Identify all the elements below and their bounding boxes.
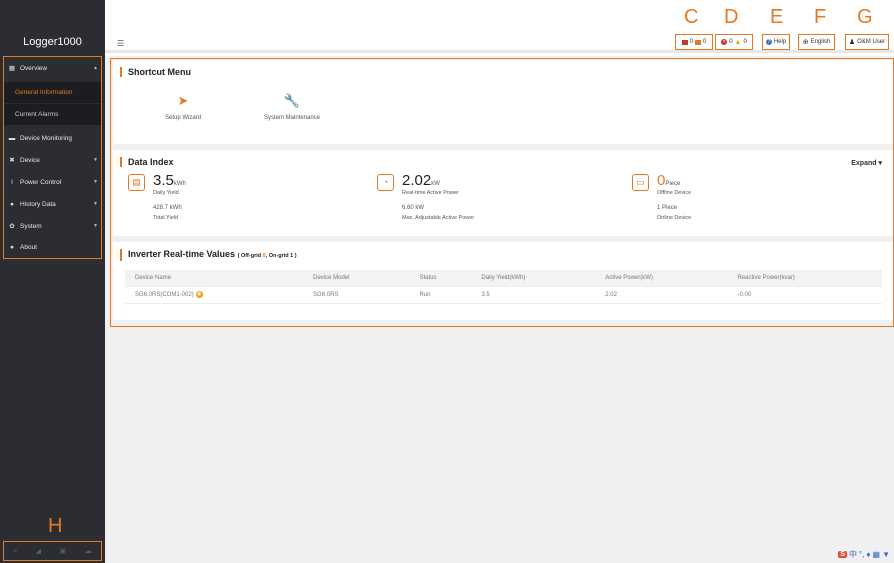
- sidebar-item-label: Power Control: [20, 178, 62, 186]
- shirt-icon: ▼: [882, 550, 890, 559]
- sidebar-item-label: History Data: [20, 200, 56, 208]
- help-label: Help: [773, 39, 787, 45]
- sidebar-item-device-monitoring[interactable]: ▬ Device Monitoring: [8, 131, 100, 145]
- callout-c: C: [684, 6, 699, 28]
- grid-icon: ▦: [8, 65, 16, 72]
- sidebar-item-history-data[interactable]: ● History Data ▼: [8, 197, 100, 211]
- help-button[interactable]: ? Help: [762, 34, 790, 50]
- tray-icon: 中: [849, 550, 857, 559]
- sidebar: Logger1000 ▦ Overview ▲ General Informat…: [0, 0, 105, 563]
- wifi-icon: ≈: [13, 547, 18, 555]
- system-tray: S 中 °, ♦ ▦ ▼: [838, 549, 890, 560]
- language-button[interactable]: ⊕ English: [798, 34, 835, 50]
- app-logo: Logger1000: [23, 36, 82, 48]
- warning-count: 0: [743, 39, 747, 45]
- alarm-red-icon: [681, 39, 688, 45]
- sidebar-item-about[interactable]: ● About: [8, 240, 100, 254]
- user-icon: ♟: [848, 39, 856, 46]
- warning-icon: ▲: [734, 38, 742, 46]
- fault-warning-counters[interactable]: × 0 ▲ 0: [715, 34, 753, 50]
- sidebar-item-current-alarms[interactable]: Current Alarms: [4, 104, 101, 125]
- callout-h: H: [48, 515, 63, 537]
- callout-e: E: [770, 6, 784, 28]
- main-content-highlight-box: [110, 58, 894, 327]
- globe-icon: ⊕: [802, 39, 809, 46]
- sidebar-item-label: Device: [20, 156, 40, 164]
- chevron-down-icon: ▼: [93, 223, 98, 229]
- user-label: O&M User: [857, 39, 886, 45]
- sidebar-item-device[interactable]: ✖ Device ▼: [8, 153, 100, 167]
- callout-g: G: [857, 6, 873, 28]
- user-button[interactable]: ♟ O&M User: [845, 34, 889, 50]
- settings-icon: ✿: [9, 223, 15, 230]
- info-icon: ●: [10, 243, 14, 251]
- language-label: English: [810, 39, 831, 45]
- alarm-orange-icon: [695, 39, 701, 45]
- fault-count: 0: [729, 39, 733, 45]
- sidebar-item-general-information[interactable]: General Information: [4, 82, 101, 103]
- signal-icon: ◢: [35, 548, 42, 555]
- sidebar-item-overview[interactable]: ▦ Overview ▲: [8, 61, 100, 75]
- microphone-icon: ♦: [866, 550, 871, 559]
- chevron-down-icon: ▼: [93, 201, 98, 207]
- fault-icon: ×: [721, 39, 728, 45]
- callout-d: D: [724, 6, 739, 28]
- tools-icon: ✖: [9, 157, 15, 164]
- help-icon: ?: [765, 39, 772, 45]
- connection-status-bar: ≈ ◢ ▣ ☁: [3, 541, 102, 561]
- menu-toggle-icon[interactable]: ☰: [117, 39, 124, 48]
- alarm-count: 0: [703, 39, 707, 45]
- sidebar-item-power-control[interactable]: I Power Control ▼: [8, 175, 100, 189]
- keyboard-icon: ▦: [872, 550, 881, 559]
- sidebar-item-label: About: [20, 243, 37, 251]
- sidebar-item-system[interactable]: ✿ System ▼: [8, 219, 100, 233]
- alarm-count: 0: [689, 39, 693, 45]
- sidebar-item-label: Device Monitoring: [20, 134, 73, 142]
- history-icon: ●: [10, 200, 14, 208]
- ethernet-icon: ▣: [59, 548, 67, 555]
- chevron-down-icon: ▼: [93, 157, 98, 163]
- power-icon: I: [11, 178, 13, 186]
- tray-icon: °,: [859, 550, 865, 559]
- sidebar-item-label: Overview: [20, 64, 48, 72]
- monitor-icon: ▬: [8, 134, 16, 142]
- cloud-icon: ☁: [84, 548, 92, 555]
- alarm-counters[interactable]: 0 0: [675, 34, 713, 50]
- chevron-up-icon: ▲: [93, 65, 98, 71]
- chevron-down-icon: ▼: [93, 179, 98, 185]
- callout-f: F: [814, 6, 827, 28]
- sidebar-item-label: System: [20, 222, 42, 230]
- ime-icon[interactable]: S: [838, 551, 847, 558]
